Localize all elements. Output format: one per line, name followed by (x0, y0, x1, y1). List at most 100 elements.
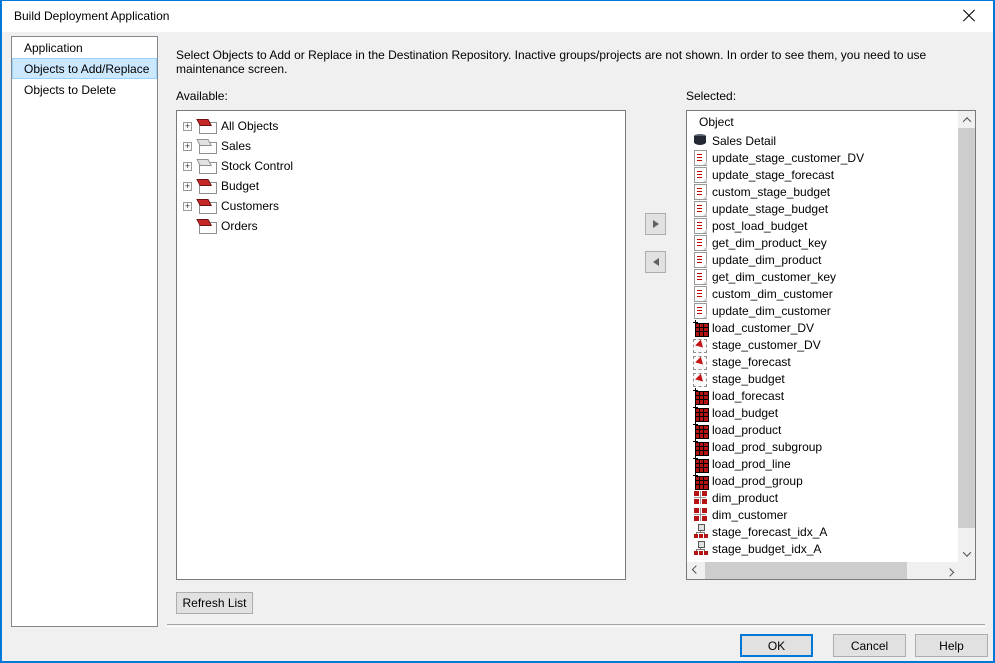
selected-object-row[interactable]: dim_customer (688, 506, 957, 523)
remove-from-selected-button[interactable] (645, 251, 666, 273)
selected-object-row[interactable]: load_product (688, 421, 957, 439)
available-tree: + All Objects + Sales + Stock Control + … (177, 111, 625, 236)
tree-item[interactable]: + Stock Control (177, 156, 625, 176)
horizontal-scrollbar[interactable] (687, 562, 958, 579)
object-column-header[interactable]: Object (688, 112, 957, 132)
object-type-icon (693, 201, 708, 217)
object-name: load_budget (712, 405, 779, 420)
horizontal-scroll-thumb[interactable] (705, 562, 907, 579)
scroll-up-button[interactable] (958, 111, 975, 128)
object-name: update_stage_budget (712, 201, 829, 216)
sidebar-item[interactable]: Application (12, 37, 157, 58)
selected-object-row[interactable]: custom_stage_budget (688, 183, 957, 200)
tree-expander-icon[interactable]: + (183, 201, 192, 211)
vertical-scrollbar[interactable] (958, 111, 975, 562)
scrollbar-corner (958, 562, 975, 579)
object-type-icon (693, 439, 709, 456)
selected-object-row[interactable]: stage_budget (688, 370, 957, 387)
folder-icon (199, 139, 217, 154)
selected-label: Selected: (686, 89, 737, 103)
refresh-list-button[interactable]: Refresh List (176, 592, 253, 614)
build-deployment-dialog: Build Deployment Application Application… (0, 0, 995, 663)
selected-object-row[interactable]: stage_customer_DV (688, 336, 957, 353)
selected-object-row[interactable]: load_prod_subgroup (688, 438, 957, 456)
add-to-selected-button[interactable] (645, 213, 666, 235)
tree-item[interactable]: Orders (177, 216, 625, 236)
object-name: stage_budget (712, 371, 785, 386)
selected-object-row[interactable]: load_prod_group (688, 472, 957, 490)
scroll-left-button[interactable] (687, 562, 704, 579)
object-name: get_dim_customer_key (712, 269, 837, 284)
chevron-up-icon (962, 116, 971, 126)
selected-object-row[interactable]: update_dim_product (688, 251, 957, 268)
triangle-right-icon (652, 220, 659, 228)
tree-expander-icon[interactable]: + (183, 161, 192, 171)
sidebar-item-label: Objects to Add/Replace (24, 61, 150, 76)
refresh-list-label: Refresh List (182, 596, 247, 610)
selected-object-row[interactable]: Sales Detail (688, 132, 957, 149)
tree-item[interactable]: + All Objects (177, 116, 625, 136)
selected-object-row[interactable]: stage_forecast_idx_A (688, 523, 957, 540)
object-name: load_prod_line (712, 456, 791, 471)
selected-object-row[interactable]: load_budget (688, 404, 957, 422)
selected-object-row[interactable]: post_load_budget (688, 217, 957, 234)
folder-icon (199, 179, 217, 194)
sidebar-item[interactable]: Objects to Add/Replace (12, 58, 157, 79)
close-button[interactable] (946, 1, 991, 31)
selected-object-row[interactable]: update_dim_customer (688, 302, 957, 319)
footer-divider (167, 624, 985, 626)
object-column-header-label: Object (699, 115, 734, 129)
ok-label: OK (767, 638, 786, 653)
object-name: stage_forecast_idx_A (712, 524, 828, 539)
scroll-down-button[interactable] (958, 545, 975, 562)
selected-object-row[interactable]: load_prod_line (688, 455, 957, 473)
object-type-icon (693, 303, 708, 319)
chevron-right-icon (945, 567, 954, 577)
selected-object-row[interactable]: get_dim_product_key (688, 234, 957, 251)
scroll-right-button[interactable] (941, 562, 958, 579)
object-type-icon (693, 320, 709, 337)
selected-object-row[interactable]: stage_budget_idx_A (688, 540, 957, 557)
object-name: load_prod_group (712, 473, 803, 488)
tree-item[interactable]: + Budget (177, 176, 625, 196)
object-type-icon (693, 405, 709, 422)
ok-button[interactable]: OK (740, 634, 813, 657)
folder-icon (199, 199, 217, 214)
object-type-icon (693, 133, 708, 148)
cancel-button[interactable]: Cancel (833, 634, 906, 657)
object-name: post_load_budget (712, 218, 808, 233)
object-type-icon (693, 541, 708, 556)
help-button[interactable]: Help (915, 634, 988, 657)
selected-object-row[interactable]: load_customer_DV (688, 319, 957, 337)
object-name: dim_customer (712, 507, 788, 522)
object-name: load_forecast (712, 388, 785, 403)
selected-list-viewport: Object Sales Detail update_stage_custome… (688, 112, 957, 561)
sidebar-item[interactable]: Objects to Delete (12, 79, 157, 100)
object-type-icon (693, 354, 708, 370)
selected-object-row[interactable]: stage_forecast (688, 353, 957, 370)
object-name: Sales Detail (712, 133, 777, 148)
tree-item-label: Orders (221, 219, 258, 233)
selected-object-row[interactable]: get_dim_customer_key (688, 268, 957, 285)
selected-object-row[interactable]: update_stage_budget (688, 200, 957, 217)
object-type-icon (693, 150, 708, 166)
selected-object-row[interactable]: update_stage_forecast (688, 166, 957, 183)
selected-object-row[interactable]: load_forecast (688, 387, 957, 405)
selected-object-row[interactable]: dim_product (688, 489, 957, 506)
object-type-icon (693, 337, 708, 353)
selected-object-row[interactable]: custom_dim_customer (688, 285, 957, 302)
tree-expander-icon[interactable]: + (183, 121, 192, 131)
tree-expander-icon[interactable]: + (183, 181, 192, 191)
tree-expander-icon[interactable]: + (183, 141, 192, 151)
object-name: stage_forecast (712, 354, 791, 369)
vertical-scroll-thumb[interactable] (958, 128, 975, 528)
object-type-icon (693, 252, 708, 268)
object-type-icon (693, 184, 708, 200)
tree-item[interactable]: + Customers (177, 196, 625, 216)
object-name: stage_customer_DV (712, 337, 821, 352)
selected-object-row[interactable]: update_stage_customer_DV (688, 149, 957, 166)
cancel-label: Cancel (850, 638, 889, 653)
folder-icon (199, 159, 217, 174)
tree-item[interactable]: + Sales (177, 136, 625, 156)
object-type-icon (693, 388, 709, 405)
